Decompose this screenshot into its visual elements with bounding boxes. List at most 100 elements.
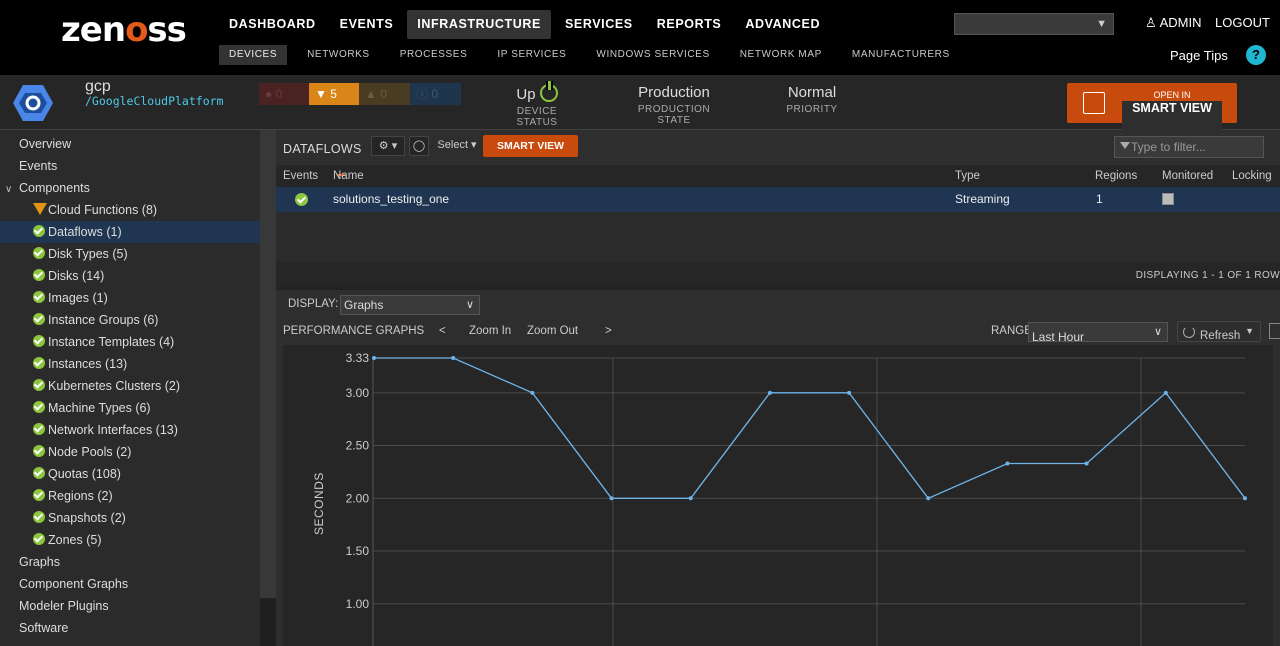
row-name: solutions_testing_one <box>333 192 450 206</box>
sidebar-item-events[interactable]: Events <box>0 155 260 177</box>
filter-input[interactable]: Type to filter... <box>1114 136 1264 158</box>
subnav-processes[interactable]: PROCESSES <box>390 45 478 65</box>
zoom-out-button[interactable]: Zoom Out <box>527 325 578 337</box>
global-search-dropdown[interactable]: ▼ <box>954 13 1114 35</box>
sidebar-item-network-interfaces[interactable]: Network Interfaces (13) <box>0 419 260 441</box>
prev-range-button[interactable]: < <box>439 325 446 337</box>
production-state-label: PRODUCTION STATE <box>637 104 711 126</box>
chart-icon <box>1083 92 1105 114</box>
sidebar-item-component-graphs[interactable]: Component Graphs <box>0 573 260 595</box>
monitored-checkbox[interactable] <box>1162 193 1174 205</box>
sidebar-item-modeler-plugins[interactable]: Modeler Plugins <box>0 595 260 617</box>
data-point <box>1243 496 1247 501</box>
sidebar-scrollbar[interactable] <box>260 130 276 646</box>
priority-label: PRIORITY <box>786 104 838 115</box>
logout-link[interactable]: LOGOUT <box>1215 15 1270 30</box>
zenoss-logo[interactable]: zenoss <box>61 10 187 50</box>
lock-button[interactable]: ◯ <box>409 136 429 156</box>
subnav-devices[interactable]: DEVICES <box>219 45 288 65</box>
column-name[interactable]: Name <box>333 165 364 187</box>
sidebar-item-disks[interactable]: Disks (14) <box>0 265 260 287</box>
nav-dashboard[interactable]: DASHBOARD <box>219 10 326 39</box>
sidebar-item-instance-groups[interactable]: Instance Groups (6) <box>0 309 260 331</box>
display-bar: DISPLAY: Graphs ∨ <box>276 290 1280 320</box>
nav-advanced[interactable]: ADVANCED <box>735 10 830 39</box>
y-tick-label: 3.33 <box>346 351 370 365</box>
refresh-button[interactable]: Refresh ▼ <box>1177 321 1261 342</box>
sidebar-item-components[interactable]: ∨ Components <box>0 177 260 199</box>
scrollbar-thumb[interactable] <box>260 130 276 598</box>
display-select[interactable]: Graphs ∨ <box>340 295 480 315</box>
column-events[interactable]: Events <box>283 165 318 187</box>
sidebar-item-images[interactable]: Images (1) <box>0 287 260 309</box>
sidebar-item-graphs[interactable]: Graphs <box>0 551 260 573</box>
grid-body-empty <box>276 212 1280 262</box>
event-count-error[interactable]: ▼ 5 <box>309 83 359 105</box>
critical-count: 0 <box>275 87 283 101</box>
open-smart-view-button[interactable]: OPEN IN SMART VIEW <box>1067 83 1237 617</box>
chevron-down-icon[interactable]: ∨ <box>5 179 19 201</box>
column-type[interactable]: Type <box>955 165 980 187</box>
page-tips-link[interactable]: Page Tips <box>1170 48 1228 63</box>
help-icon[interactable]: ? <box>1246 45 1266 65</box>
sidebar-item-quotas[interactable]: Quotas (108) <box>0 463 260 485</box>
event-count-critical[interactable]: ● 0 <box>259 83 309 105</box>
sidebar-item-kubernetes-clusters[interactable]: Kubernetes Clusters (2) <box>0 375 260 397</box>
sidebar-item-label: Disks (14) <box>48 269 105 283</box>
lock-icon: ◯ <box>412 140 426 152</box>
warning-count: 0 <box>380 87 387 101</box>
sidebar-item-machine-types[interactable]: Machine Types (6) <box>0 397 260 419</box>
data-point <box>1084 461 1089 466</box>
subnav-manufacturers[interactable]: MANUFACTURERS <box>842 45 960 65</box>
main-panel: DATAFLOWS ⚙ ▾ ◯ Select ▾ SMART VIEW Type… <box>276 130 1280 646</box>
nav-reports[interactable]: REPORTS <box>647 10 732 39</box>
sidebar-item-disk-types[interactable]: Disk Types (5) <box>0 243 260 265</box>
data-point <box>847 390 852 395</box>
sidebar-item-dataflows[interactable]: Dataflows (1) <box>0 221 260 243</box>
subnav-windows-services[interactable]: WINDOWS SERVICES <box>586 45 719 65</box>
zoom-in-button[interactable]: Zoom In <box>469 325 511 337</box>
column-locking[interactable]: Locking <box>1232 165 1272 187</box>
smart-view-button[interactable]: SMART VIEW <box>483 135 578 157</box>
sidebar-item-instances[interactable]: Instances (13) <box>0 353 260 375</box>
table-row[interactable]: solutions_testing_one Streaming 1 <box>276 187 1280 212</box>
check-icon <box>33 357 45 369</box>
subnav-networks[interactable]: NETWORKS <box>297 45 380 65</box>
sidebar-item-label: Snapshots (2) <box>48 511 126 525</box>
check-icon <box>33 225 45 237</box>
sidebar-item-zones[interactable]: Zones (5) <box>0 529 260 551</box>
sidebar-item-label: Regions (2) <box>48 489 113 503</box>
nav-services[interactable]: SERVICES <box>555 10 643 39</box>
sidebar-item-regions[interactable]: Regions (2) <box>0 485 260 507</box>
subnav-ip-services[interactable]: IP SERVICES <box>487 45 576 65</box>
sidebar-item-node-pools[interactable]: Node Pools (2) <box>0 441 260 463</box>
column-regions[interactable]: Regions <box>1095 165 1137 187</box>
device-class-path[interactable]: /GoogleCloudPlatform <box>85 94 223 108</box>
data-point <box>767 390 772 395</box>
component-actions-button[interactable]: ⚙ ▾ <box>371 136 405 156</box>
select-menu-button[interactable]: Select ▾ <box>433 136 481 156</box>
nav-infrastructure[interactable]: INFRASTRUCTURE <box>407 10 551 39</box>
row-type: Streaming <box>955 192 1010 206</box>
nav-events[interactable]: EVENTS <box>330 10 404 39</box>
column-name-label: Name <box>333 170 364 182</box>
sidebar-item-overview[interactable]: Overview <box>0 133 260 155</box>
device-status: Up DEVICE STATUS <box>496 81 578 128</box>
event-count-warning[interactable]: ▲ 0 <box>359 83 410 105</box>
sidebar-item-label: Network Interfaces (13) <box>48 423 178 437</box>
event-count-info[interactable]: ⓘ 0 <box>410 83 461 105</box>
sidebar-item-snapshots[interactable]: Snapshots (2) <box>0 507 260 529</box>
check-icon <box>33 401 45 413</box>
gcp-hexagon-icon <box>13 85 53 121</box>
export-icon[interactable] <box>1269 323 1280 339</box>
column-monitored[interactable]: Monitored <box>1162 165 1213 187</box>
next-range-button[interactable]: > <box>605 325 612 337</box>
subnav-network-map[interactable]: NETWORK MAP <box>730 45 832 65</box>
range-select[interactable]: Last Hour ∨ <box>1028 322 1168 344</box>
sidebar-item-cloud-functions[interactable]: Cloud Functions (8) <box>0 199 260 221</box>
user-menu[interactable]: ♙ ADMIN <box>1145 15 1201 31</box>
sidebar-item-label: Kubernetes Clusters (2) <box>48 379 181 393</box>
sidebar-item-instance-templates[interactable]: Instance Templates (4) <box>0 331 260 353</box>
sidebar-item-software[interactable]: Software <box>0 617 260 639</box>
display-label: DISPLAY: <box>288 298 339 310</box>
